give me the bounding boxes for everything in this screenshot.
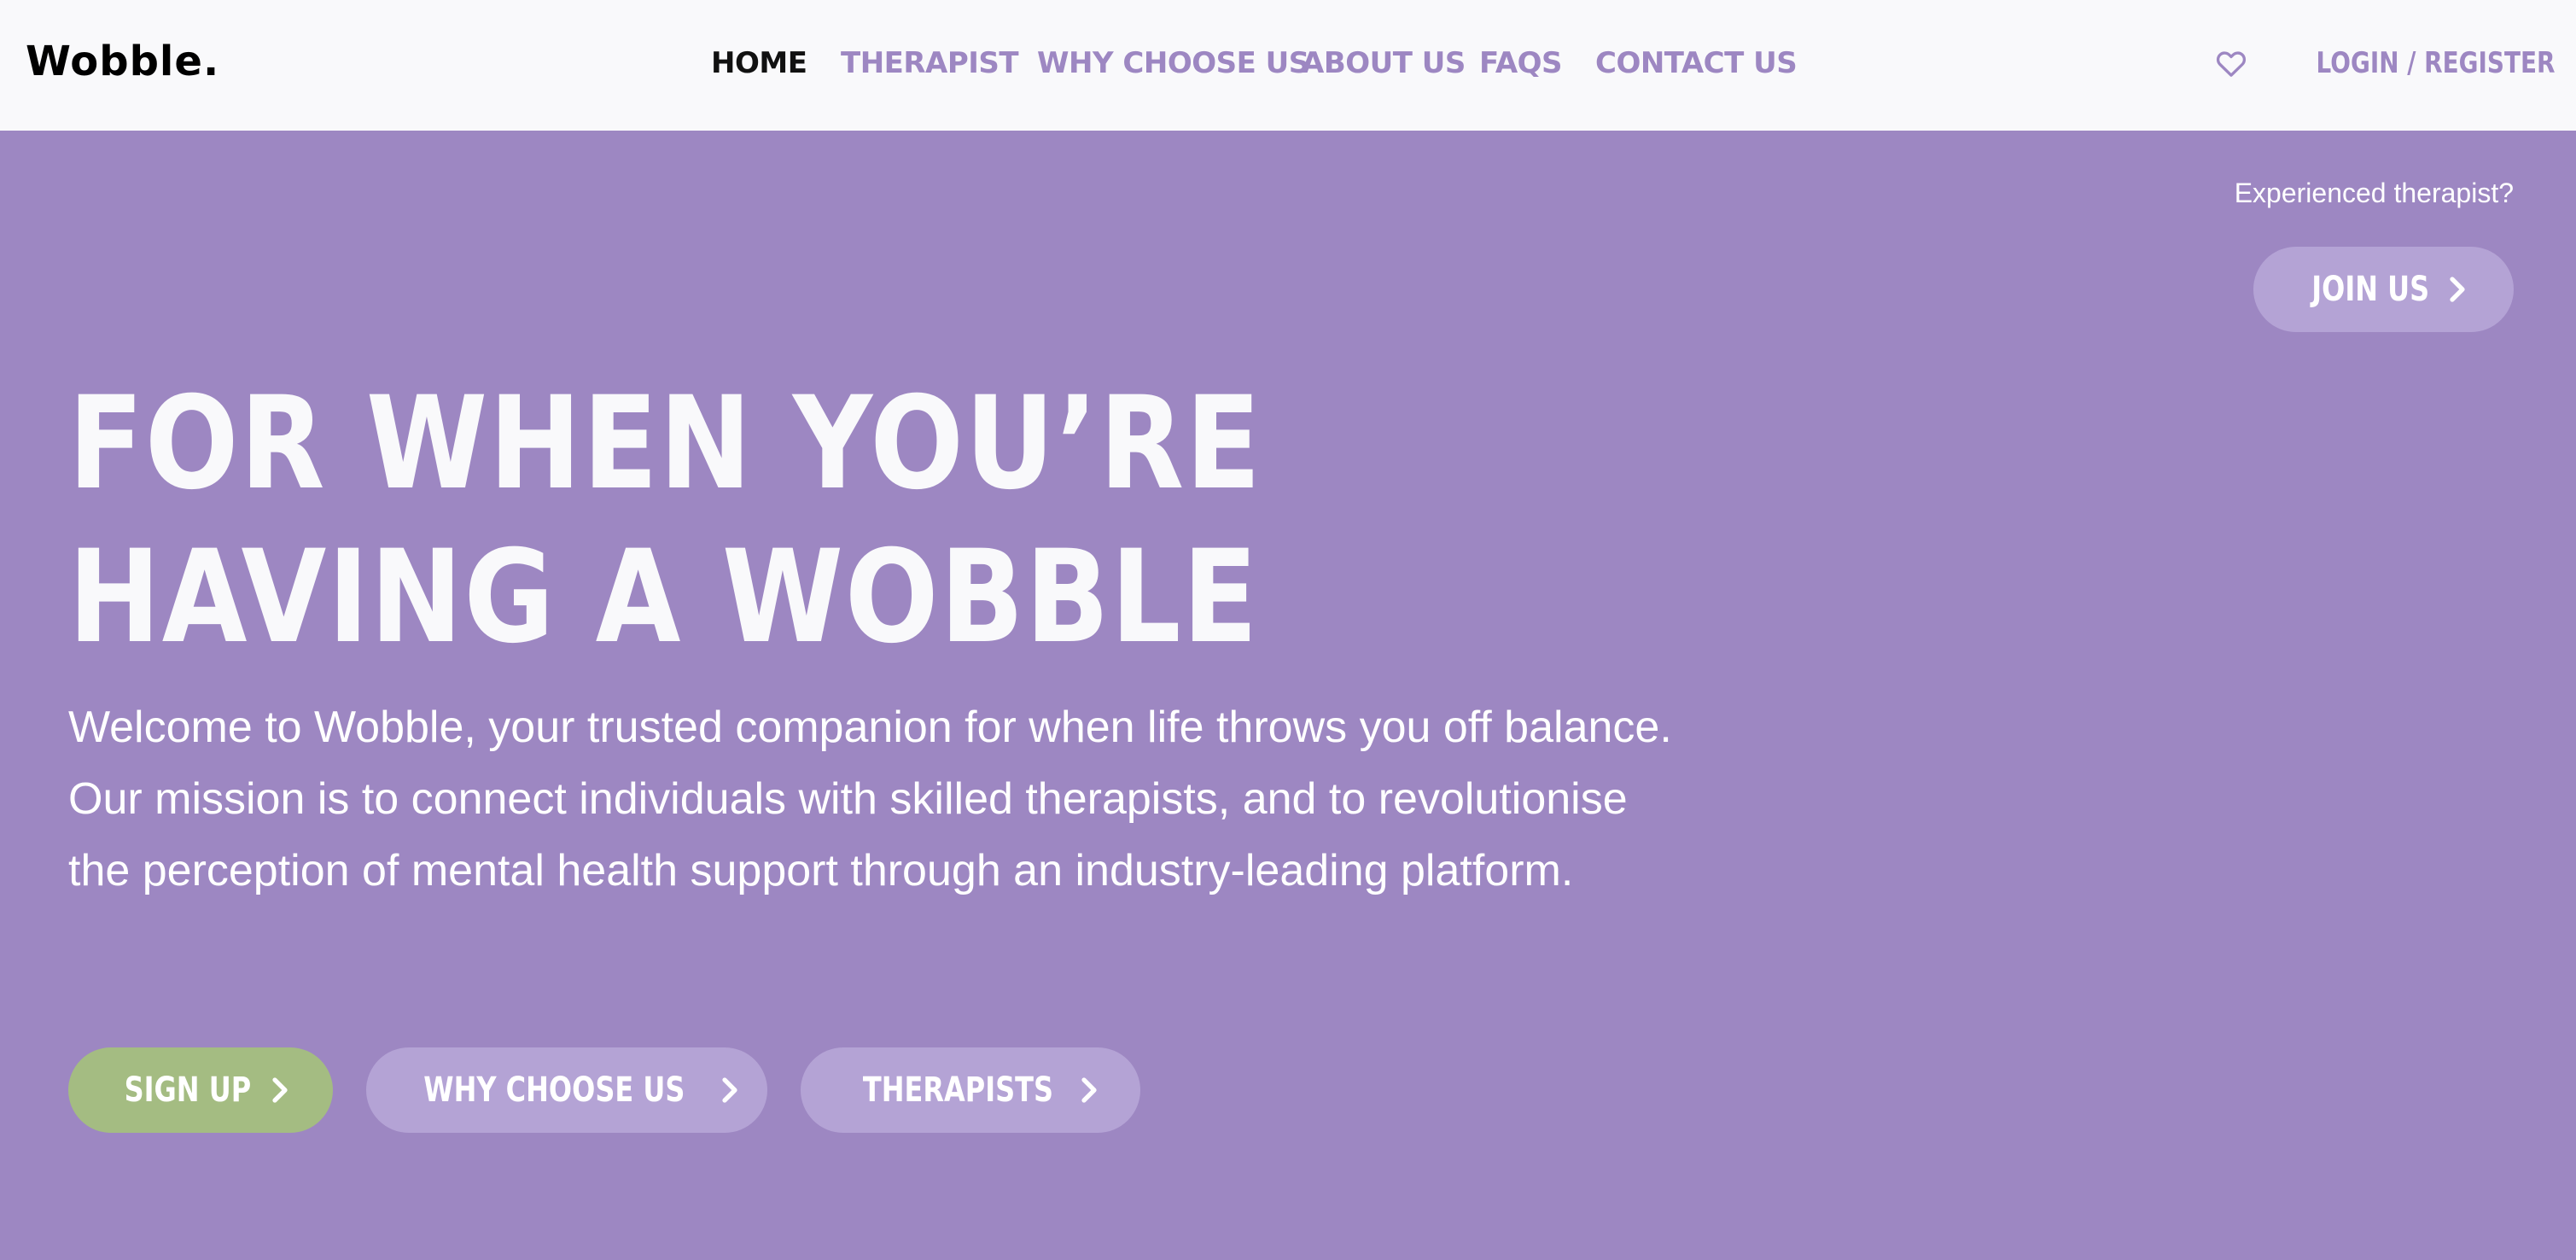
login-register-link[interactable]: LOGIN / REGISTER [2214,43,2556,84]
hero-title: FOR WHEN YOU’RE HAVING A WOBBLE [68,370,1262,672]
nav-label-faqs[interactable]: FAQS [1479,46,1563,80]
nav-label-therapist[interactable]: THERAPIST [841,46,1019,80]
experienced-therapist-prompt: Experienced therapist? [2234,178,2514,208]
sign-up-button[interactable]: SIGN UP [68,1047,333,1133]
nav-label-contact-us[interactable]: CONTACT US [1595,46,1798,80]
nav-label-why-choose-us[interactable]: WHY CHOOSE US [1037,46,1309,80]
nav-item-faqs[interactable]: FAQS [1479,43,1610,84]
sign-up-label: SIGN UP [124,1070,252,1110]
nav-item-contact-us[interactable]: CONTACT US [1595,43,1845,84]
nav-label-about-us[interactable]: ABOUT US [1302,46,1466,80]
nav-label-home[interactable]: HOME [711,46,807,80]
therapists-label: THERAPISTS [862,1070,1053,1110]
why-choose-us-label: WHY CHOOSE US [423,1070,685,1110]
why-choose-us-button[interactable]: WHY CHOOSE US [366,1047,767,1133]
top-navigation-bar: Wobble. HOME THERAPIST WHY CHOOSE US ABO… [0,0,2576,131]
nav-item-therapist[interactable]: THERAPIST [841,43,1066,84]
chevron-right-icon [272,1077,288,1103]
heart-icon [2217,51,2247,77]
join-us-button[interactable]: JOIN US [2253,247,2514,332]
therapists-button[interactable]: THERAPISTS [801,1047,1140,1133]
join-us-label: JOIN US [2311,270,2430,309]
login-register-label[interactable]: LOGIN / REGISTER [2317,43,2556,84]
chevron-right-icon [722,1077,737,1103]
chevron-right-icon [2450,277,2465,302]
chevron-right-icon [1081,1077,1098,1103]
nav-item-home[interactable]: HOME [711,43,854,84]
hero-description: Welcome to Wobble, your trusted companio… [68,703,1672,895]
site-logo[interactable]: Wobble. [26,36,219,87]
